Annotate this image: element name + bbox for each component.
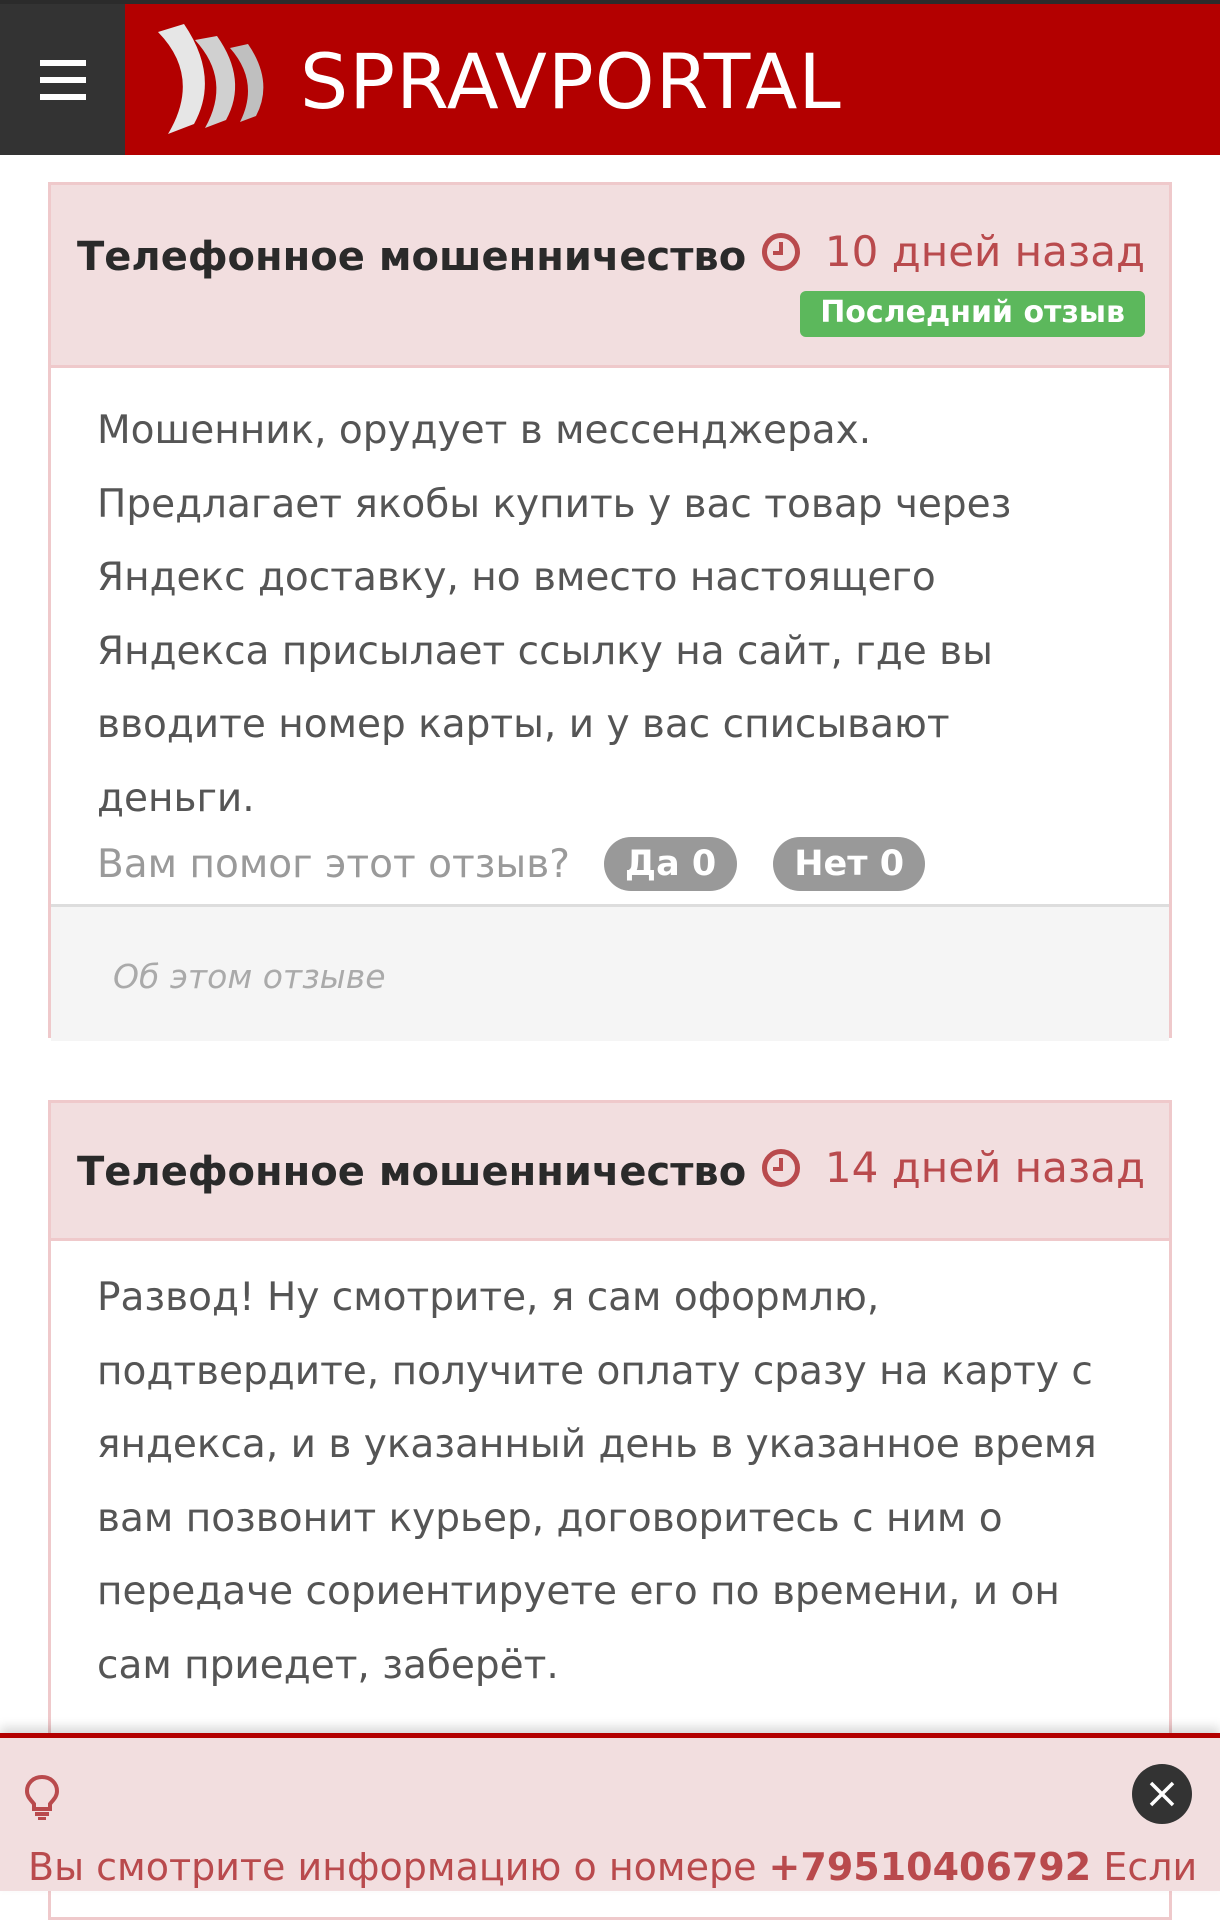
lightbulb-icon [24, 1774, 60, 1820]
notice-text-tail: Если [1091, 1845, 1198, 1889]
vote-yes-button[interactable]: Да 0 [603, 837, 738, 891]
review-body: Развод! Ну смотрите, я сам оформлю, подт… [51, 1241, 1169, 1702]
review-text: Мошенник, орудует в мессенджерах. Предла… [97, 408, 1012, 821]
review-body: Мошенник, орудует в мессенджерах. Предла… [51, 368, 1169, 904]
review-header: Телефонное мошенничество 14 дней назад [51, 1103, 1169, 1241]
review-date: 14 дней назад [761, 1147, 1145, 1189]
helpful-row: Вам помог этот отзыв? Да 0 Нет 0 [97, 837, 1119, 891]
vote-no-button[interactable]: Нет 0 [773, 837, 926, 891]
review-date-text: 10 дней назад [824, 227, 1145, 276]
review-date-text: 14 дней назад [824, 1143, 1145, 1192]
review-title: Телефонное мошенничество [77, 1149, 747, 1195]
close-notice-button[interactable] [1132, 1764, 1192, 1824]
site-logo[interactable]: SPRAVPORTAL [150, 22, 842, 142]
logo-mark [158, 24, 264, 134]
logo-text: SPRAVPORTAL [300, 37, 842, 126]
clock-icon [761, 1149, 800, 1187]
notice-phone: +79510406792 [768, 1845, 1092, 1889]
menu-icon [39, 59, 86, 100]
helpful-question: Вам помог этот отзыв? [97, 841, 570, 887]
menu-button[interactable] [0, 4, 125, 155]
notice-text: Вы смотрите информацию о номере +7951040… [28, 1848, 1197, 1886]
close-icon [1149, 1781, 1175, 1807]
review-footer: Об этом отзыве [51, 904, 1169, 1041]
last-review-badge: Последний отзыв [800, 291, 1145, 337]
review-header: Телефонное мошенничество 10 дней назад П… [51, 185, 1169, 368]
review-date: 10 дней назад [761, 231, 1145, 273]
review-card: Телефонное мошенничество 10 дней назад П… [48, 182, 1172, 1041]
review-title: Телефонное мошенничество [77, 234, 747, 280]
site-header: SPRAVPORTAL [0, 0, 1220, 155]
review-text: Развод! Ну смотрите, я сам оформлю, подт… [97, 1275, 1097, 1688]
clock-icon [761, 233, 800, 271]
notice-text-lead: Вы смотрите информацию о номере [28, 1845, 769, 1889]
number-notice-bar: Вы смотрите информацию о номере +7951040… [0, 1733, 1220, 1891]
about-review-link[interactable]: Об этом отзыве [113, 957, 386, 996]
